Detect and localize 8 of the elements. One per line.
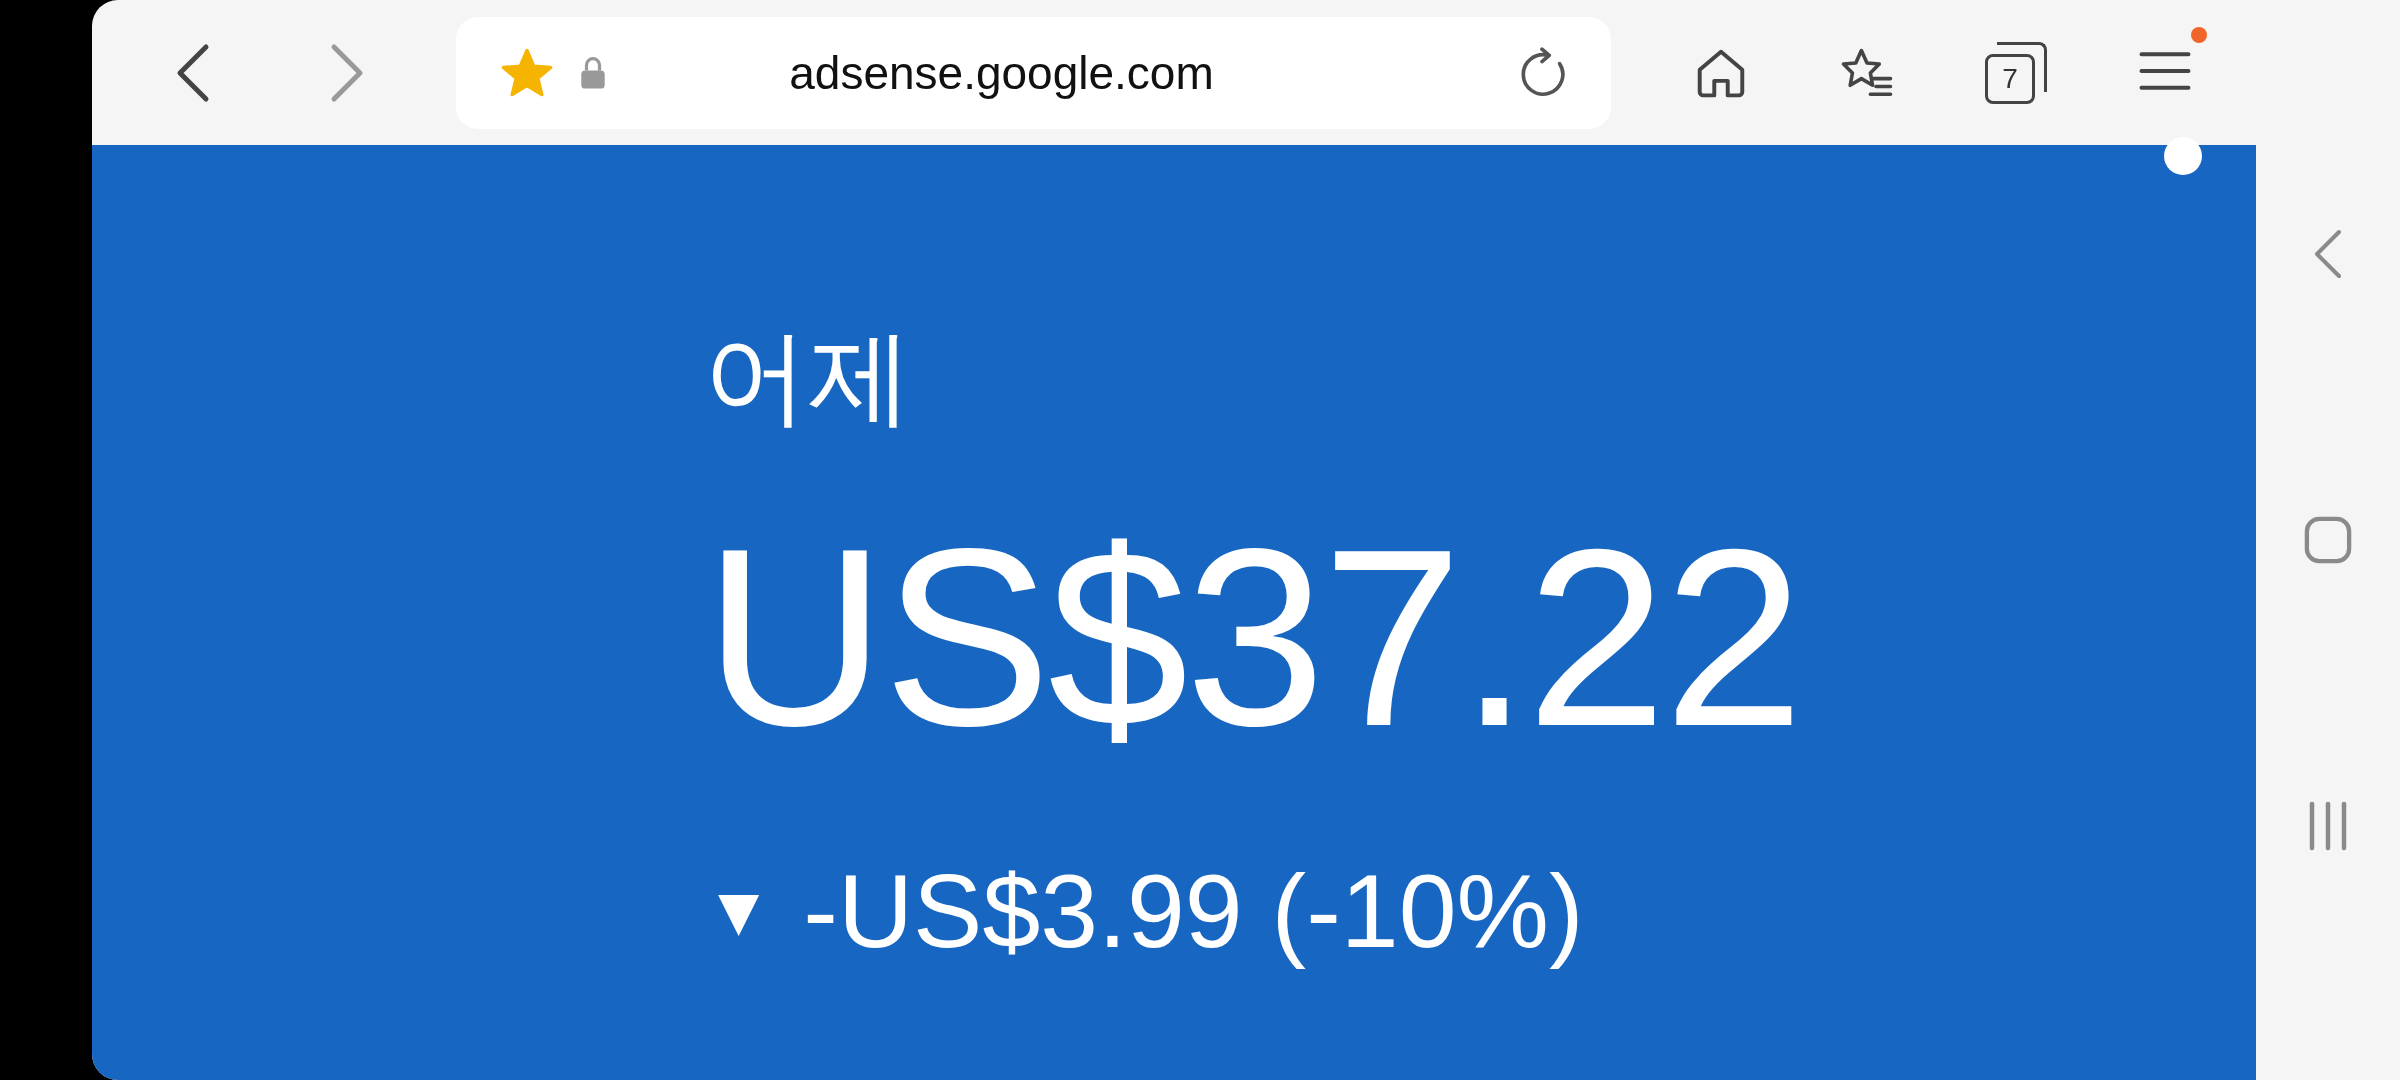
url-text: adsense.google.com [788,45,1215,100]
scroll-handle[interactable] [2164,137,2202,175]
period-label: 어제 [704,325,913,429]
change-text: -US$3.99 (-10%) [803,852,1584,972]
down-arrow-icon: ▼ [704,871,774,952]
address-bar[interactable]: adsense.google.com [456,16,1611,129]
lock-icon [580,55,606,90]
earnings-amount: US$37.22 [704,499,1802,777]
